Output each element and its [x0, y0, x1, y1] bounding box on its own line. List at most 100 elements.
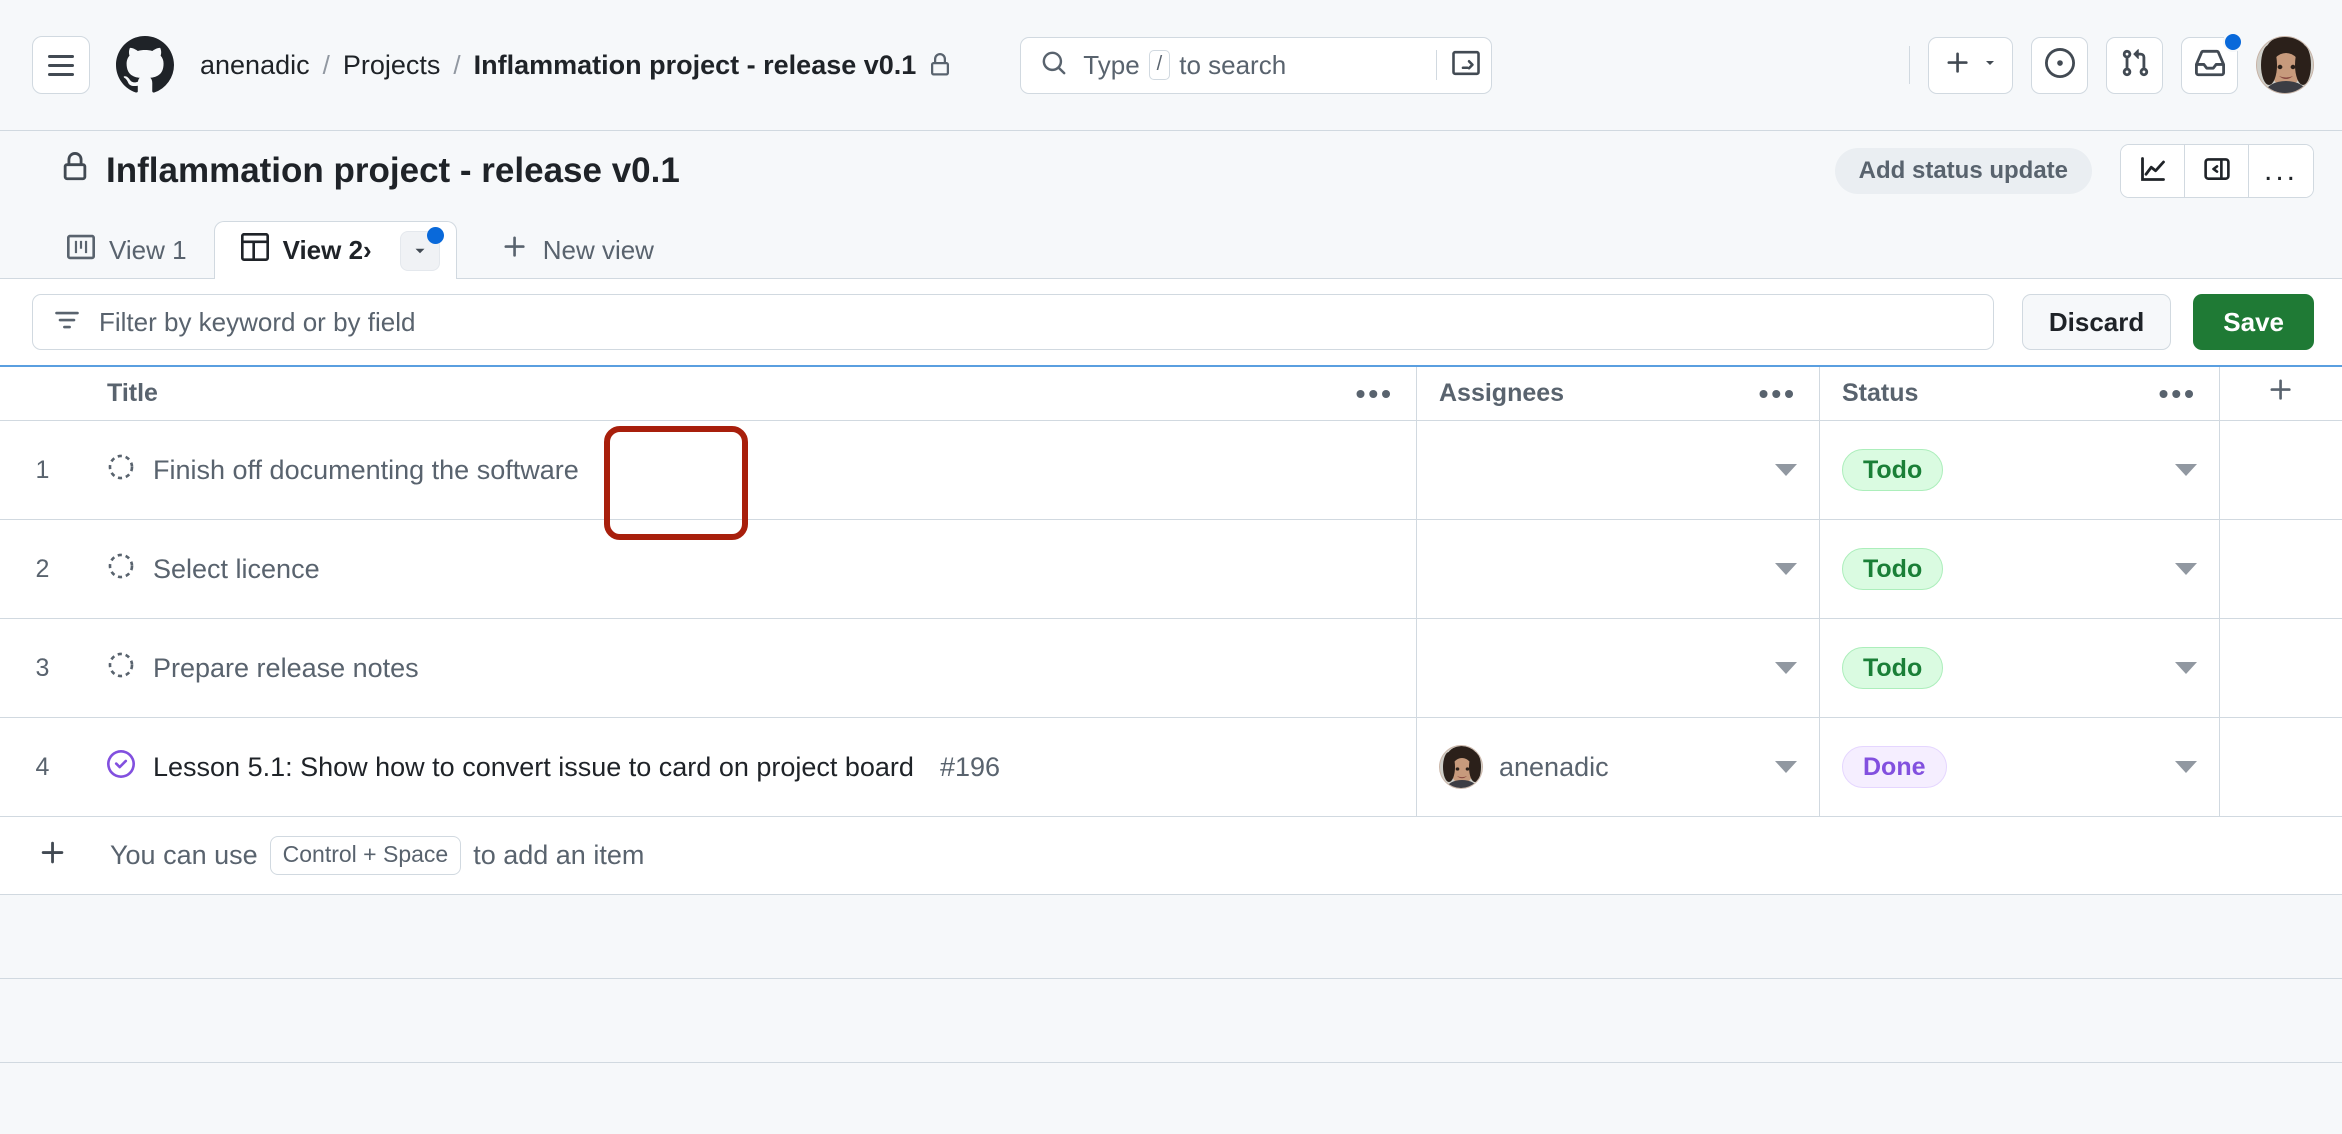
cell-title[interactable]: Lesson 5.1: Show how to convert issue to…: [85, 718, 1417, 816]
project-toolbar: ...: [2120, 144, 2314, 198]
draft-issue-icon: [107, 453, 135, 488]
status-badge: Todo: [1842, 548, 1944, 590]
cell-title[interactable]: Finish off documenting the software: [85, 421, 1417, 519]
column-header-title-label: Title: [107, 379, 158, 407]
chevron-down-icon[interactable]: [1775, 563, 1797, 575]
breadcrumb-owner[interactable]: anenadic: [200, 50, 310, 81]
cell-spacer: [2220, 520, 2342, 618]
slash-key-hint: /: [1148, 50, 1171, 80]
view-options-menu-button[interactable]: [399, 226, 444, 271]
column-header-row-number: [0, 367, 85, 420]
column-menu-assignees-button[interactable]: •••: [1759, 378, 1797, 410]
table-icon: [240, 233, 269, 268]
cell-assignees[interactable]: anenadic: [1417, 718, 1820, 816]
breadcrumb-separator: /: [322, 49, 330, 80]
draft-issue-icon: [107, 651, 135, 686]
filter-bar: Filter by keyword or by field Discard Sa…: [0, 279, 2342, 365]
project-title-text: Inflammation project - release v0.1: [106, 151, 680, 190]
item-title: Lesson 5.1: Show how to convert issue to…: [153, 751, 914, 782]
hamburger-line: [48, 54, 74, 58]
project-more-menu-button[interactable]: ...: [2249, 145, 2313, 197]
tab-view-1[interactable]: View 1: [40, 221, 214, 279]
new-view-button[interactable]: New view: [473, 221, 682, 279]
cell-assignees[interactable]: [1417, 619, 1820, 717]
terminal-icon[interactable]: [1451, 48, 1481, 83]
breadcrumb-project-name[interactable]: Inflammation project - release v0.1: [474, 50, 917, 81]
save-button[interactable]: Save: [2193, 294, 2314, 350]
cell-title[interactable]: Select licence: [85, 520, 1417, 618]
status-badge: Todo: [1842, 449, 1944, 491]
unsaved-changes-indicator: [426, 226, 444, 244]
cell-title[interactable]: Prepare release notes: [85, 619, 1417, 717]
plus-icon: [1944, 49, 1972, 82]
lock-icon: [928, 53, 952, 77]
filter-input[interactable]: Filter by keyword or by field: [32, 294, 1994, 350]
table-row[interactable]: 2 Select licence Todo: [0, 520, 2342, 619]
insights-button[interactable]: [2121, 145, 2185, 197]
tab-view-1-label: View 1: [109, 235, 187, 265]
search-placeholder: Type / to search: [1083, 50, 1436, 81]
chevron-down-icon[interactable]: [1775, 464, 1797, 476]
chevron-down-icon[interactable]: [2175, 563, 2197, 575]
column-menu-title-button[interactable]: •••: [1356, 378, 1394, 410]
search-placeholder-suffix: to search: [1179, 49, 1287, 80]
issues-button[interactable]: [2031, 36, 2088, 94]
cell-status[interactable]: Todo: [1820, 421, 2220, 519]
add-column-button[interactable]: [2220, 367, 2342, 420]
chevron-down-icon[interactable]: [1775, 662, 1797, 674]
global-search-input[interactable]: Type / to search: [1020, 36, 1493, 94]
github-logo[interactable]: [116, 36, 174, 94]
cell-assignees[interactable]: [1417, 421, 1820, 519]
assignee: anenadic: [1439, 745, 1609, 789]
column-header-status-label: Status: [1842, 379, 1919, 407]
row-number: 1: [35, 455, 50, 484]
discard-button[interactable]: Discard: [2021, 294, 2172, 350]
tab-view-2[interactable]: View 2›: [213, 221, 457, 279]
breadcrumb-projects[interactable]: Projects: [343, 50, 441, 81]
divider: [1436, 50, 1438, 80]
column-menu-status-button[interactable]: •••: [2159, 378, 2197, 410]
breadcrumb: anenadic / Projects / Inflammation proje…: [200, 50, 952, 81]
add-item-row[interactable]: You can use Control + Space to add an it…: [0, 817, 2342, 895]
view-tabs: View 1 View 2› New view: [0, 211, 2342, 540]
filter-placeholder: Filter by keyword or by field: [99, 306, 416, 337]
chevron-down-icon[interactable]: [2175, 761, 2197, 773]
item-title: Finish off documenting the software: [153, 454, 579, 485]
status-badge: Done: [1842, 746, 1947, 788]
issue-closed-completed-icon: [107, 749, 135, 785]
column-header-assignees[interactable]: Assignees •••: [1417, 367, 1820, 420]
chevron-down-icon[interactable]: [2175, 464, 2197, 476]
user-avatar[interactable]: [2256, 36, 2314, 94]
inbox-button[interactable]: [2181, 31, 2243, 94]
chevron-down-icon[interactable]: [1775, 761, 1797, 773]
chevron-down-icon[interactable]: [2175, 662, 2197, 674]
status-badge: Todo: [1842, 647, 1944, 689]
column-header-title[interactable]: Title •••: [85, 367, 1417, 420]
draft-issue-icon: [107, 552, 135, 587]
global-nav-menu-button[interactable]: [32, 36, 90, 94]
plus-icon: [2267, 376, 2295, 411]
table-row[interactable]: 1 Finish off documenting the software To…: [0, 421, 2342, 520]
column-header-status[interactable]: Status •••: [1820, 367, 2220, 420]
create-new-button[interactable]: [1928, 36, 2013, 94]
divider: [1909, 46, 1910, 84]
row-number: 3: [35, 653, 50, 682]
hamburger-line: [48, 72, 74, 76]
cell-status[interactable]: Todo: [1820, 520, 2220, 618]
add-status-update-button[interactable]: Add status update: [1834, 148, 2092, 194]
add-item-hint: You can use Control + Space to add an it…: [110, 836, 644, 875]
cell-spacer: [2220, 718, 2342, 816]
issue-number: #196: [939, 751, 1001, 782]
cell-status[interactable]: Done: [1820, 718, 2220, 816]
hamburger-line: [48, 63, 74, 67]
filter-icon: [53, 306, 81, 339]
insights-icon: [2139, 155, 2167, 188]
pull-requests-button[interactable]: [2106, 36, 2163, 94]
table-row[interactable]: 4 Lesson 5.1: Show how to convert issue …: [0, 718, 2342, 817]
table-row[interactable]: 3 Prepare release notes Todo: [0, 619, 2342, 718]
toggle-side-panel-icon: [2203, 155, 2231, 188]
cell-assignees[interactable]: [1417, 520, 1820, 618]
toggle-side-panel-button[interactable]: [2185, 145, 2249, 197]
cell-status[interactable]: Todo: [1820, 619, 2220, 717]
issues-icon: [2044, 47, 2075, 83]
